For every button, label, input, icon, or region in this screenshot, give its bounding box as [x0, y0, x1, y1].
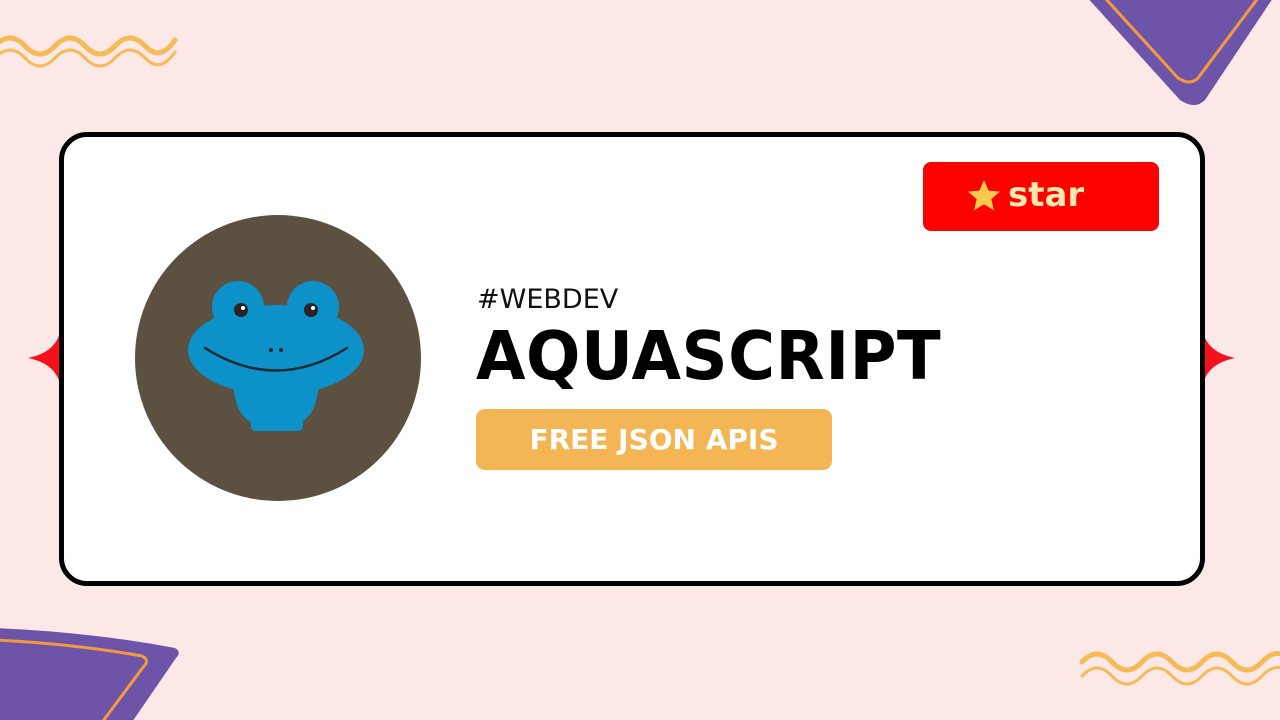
- star-icon: [968, 180, 1000, 211]
- wave-decoration-top-left: [0, 35, 178, 57]
- star-button-label: star: [1008, 175, 1085, 215]
- page-background: star #WEBDEV AQUASCRIPT FREE JSON APIS: [0, 0, 1280, 720]
- hashtag-label: #WEBDEV: [477, 284, 619, 315]
- wave-decoration-bottom-right: [1079, 651, 1280, 673]
- brand-title: AQUASCRIPT: [476, 318, 942, 396]
- logo-avatar: [135, 215, 421, 501]
- badge-label: FREE JSON APIS: [476, 409, 832, 470]
- star-button[interactable]: star: [923, 162, 1159, 231]
